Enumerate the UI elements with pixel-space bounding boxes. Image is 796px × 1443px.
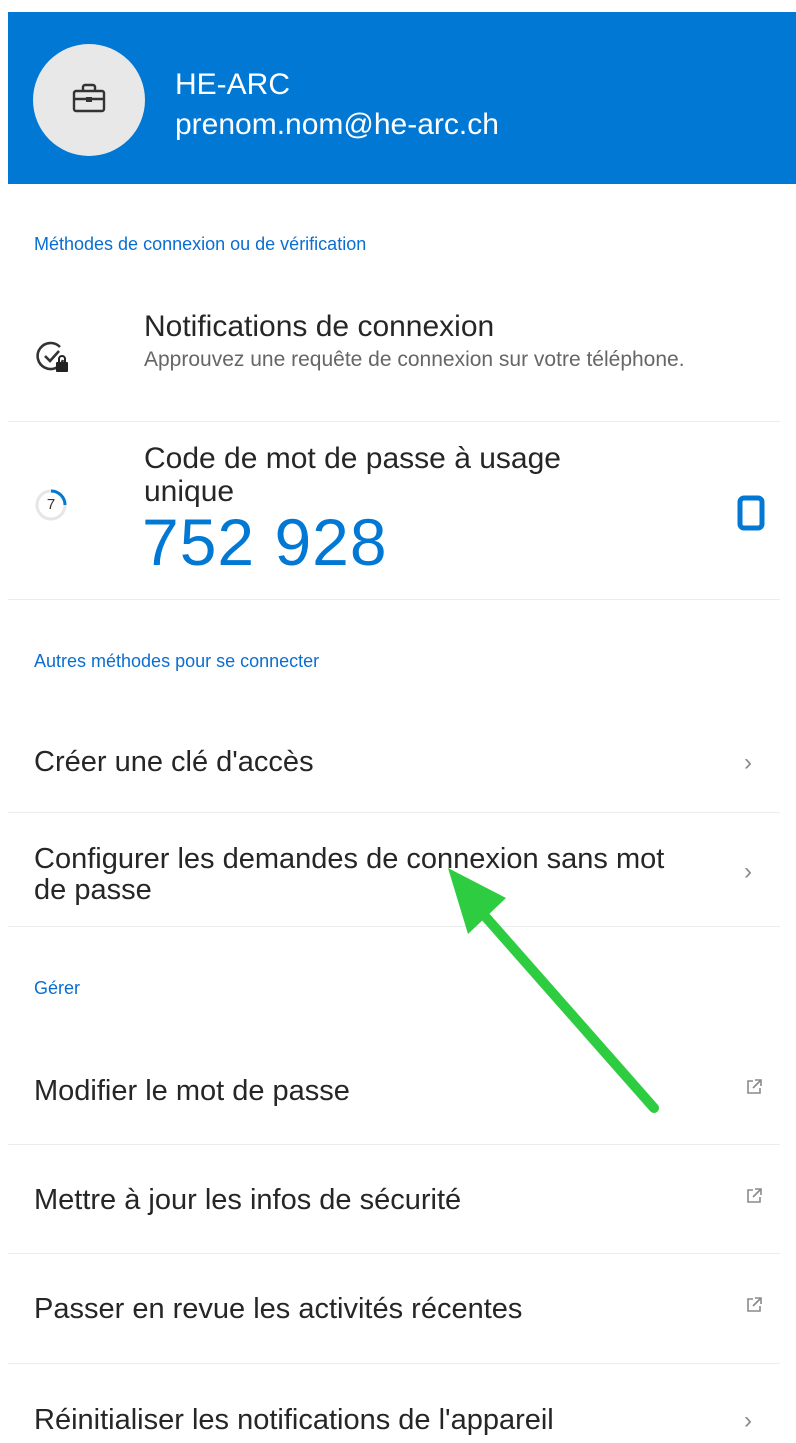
notifications-title: Notifications de connexion	[144, 310, 495, 343]
method-otp: 7 Code de mot de passe à usage unique	[0, 430, 796, 600]
external-link-icon	[745, 1187, 763, 1210]
copy-icon[interactable]	[736, 495, 766, 536]
external-link-icon	[745, 1296, 763, 1319]
method-notifications[interactable]: Notifications de connexion Approuvez une…	[0, 300, 796, 418]
divider	[8, 599, 780, 600]
notifications-description: Approuvez une requête de connexion sur v…	[144, 348, 685, 371]
otp-title: Code de mot de passe à usage unique	[144, 442, 561, 508]
update-security-info-row[interactable]: Mettre à jour les infos de sécurité	[0, 1146, 796, 1246]
review-recent-activity-row[interactable]: Passer en revue les activités récentes	[0, 1255, 796, 1355]
briefcase-icon	[71, 82, 107, 119]
update-security-info-label: Mettre à jour les infos de sécurité	[34, 1184, 462, 1216]
create-passkey-row[interactable]: Créer une clé d'accès ›	[0, 710, 796, 810]
clock-check-lock-icon	[36, 340, 70, 379]
divider	[8, 421, 780, 422]
divider	[8, 1253, 780, 1254]
create-passkey-label: Créer une clé d'accès	[34, 746, 314, 778]
review-recent-activity-label: Passer en revue les activités récentes	[34, 1293, 523, 1325]
passwordless-setup-label: Configurer les demandes de connexion san…	[34, 843, 665, 906]
divider	[8, 1363, 780, 1364]
chevron-right-icon: ›	[744, 749, 752, 776]
account-email: prenom.nom@he-arc.ch	[175, 108, 499, 141]
change-password-label: Modifier le mot de passe	[34, 1075, 350, 1107]
countdown-timer-icon: 7	[34, 488, 68, 522]
divider	[8, 926, 780, 927]
chevron-right-icon: ›	[744, 1407, 752, 1434]
passwordless-setup-row[interactable]: Configurer les demandes de connexion san…	[0, 814, 796, 924]
section-title-signin-methods: Méthodes de connexion ou de vérification	[34, 234, 367, 254]
chevron-right-icon: ›	[744, 858, 752, 885]
account-header: HE-ARC prenom.nom@he-arc.ch	[8, 12, 796, 184]
external-link-icon	[745, 1078, 763, 1101]
divider	[8, 812, 780, 813]
change-password-row[interactable]: Modifier le mot de passe	[0, 1040, 796, 1140]
countdown-value: 7	[46, 496, 56, 513]
avatar	[33, 44, 145, 156]
section-title-manage: Gérer	[34, 978, 81, 998]
otp-code[interactable]: 752 928	[142, 506, 388, 578]
divider	[8, 1144, 780, 1145]
reset-device-notifications-label: Réinitialiser les notifications de l'app…	[34, 1404, 554, 1436]
org-name: HE-ARC	[175, 68, 291, 101]
reset-device-notifications-row[interactable]: Réinitialiser les notifications de l'app…	[0, 1365, 796, 1443]
section-title-other-methods: Autres méthodes pour se connecter	[34, 651, 320, 671]
